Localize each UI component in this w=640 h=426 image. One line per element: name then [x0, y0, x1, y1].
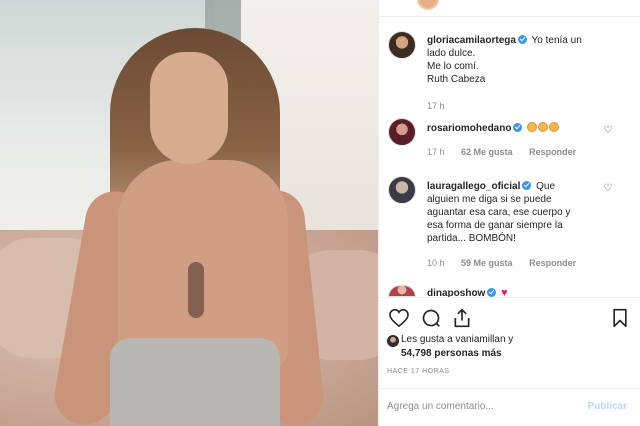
bookmark-icon: [613, 308, 627, 328]
caption-line: Yo tenía un: [531, 35, 582, 46]
likes-summary[interactable]: Les gusta a vaniamillan y 54,798 persona…: [401, 333, 513, 361]
actions-divider: [379, 297, 640, 298]
comment-line: Que: [536, 181, 556, 192]
comment-meta: 17 h 62 Me gusta Responder: [427, 147, 590, 157]
comment-username[interactable]: dinaposhow: [427, 288, 485, 297]
comment-line: partida... BOMBÓN!: [427, 233, 516, 244]
post-side-panel: gloriacamilaortega Yo tenía un lado dulc…: [378, 0, 640, 426]
liker-avatar[interactable]: [387, 335, 399, 347]
comment-item: dinaposhow ♥: [427, 287, 617, 297]
post-time-ago[interactable]: HACE 17 HORAS: [387, 368, 450, 375]
comment-item: lauragallego_oficial Que alguien me diga…: [427, 180, 603, 245]
add-comment-bar: Publicar: [379, 388, 640, 426]
heart-eyes-emoji-icon: [549, 122, 560, 132]
publish-button[interactable]: Publicar: [588, 401, 627, 412]
caption: gloriacamilaortega Yo tenía un lado dulc…: [427, 34, 637, 86]
comment-meta: 10 h 59 Me gusta Responder: [427, 258, 590, 268]
verified-badge-icon: [522, 181, 532, 190]
share-button[interactable]: [451, 307, 473, 329]
like-button[interactable]: [388, 307, 410, 329]
heart-eyes-emoji-icon: [527, 122, 538, 132]
comment-like-heart-icon[interactable]: ♡: [603, 126, 613, 136]
share-icon: [454, 308, 470, 328]
post-photo[interactable]: [0, 0, 378, 426]
person-shorts: [110, 338, 280, 426]
comment-avatar[interactable]: [388, 118, 416, 146]
caption-line: lado dulce.: [427, 48, 476, 59]
comment-item: rosariomohedano: [427, 122, 617, 135]
comment-button[interactable]: [420, 307, 442, 329]
comment-likes-count[interactable]: 62 Me gusta: [461, 147, 513, 157]
person-face: [150, 52, 228, 164]
comment-input[interactable]: [387, 401, 577, 412]
heart-eyes-emoji-icon: [538, 122, 549, 132]
verified-badge-icon: [513, 123, 523, 132]
caption-time[interactable]: 17 h: [427, 101, 445, 111]
caption-username[interactable]: gloriacamilaortega: [427, 35, 516, 46]
comment-time[interactable]: 10 h: [427, 258, 445, 268]
caption-author-avatar[interactable]: [388, 31, 416, 59]
reply-button[interactable]: Responder: [529, 147, 576, 157]
header-avatar[interactable]: [417, 0, 439, 10]
likes-line-1: Les gusta a vaniamillan y: [401, 334, 514, 345]
heart-outline-icon: [389, 309, 409, 327]
caption-meta: 17 h: [427, 101, 459, 111]
save-button[interactable]: [609, 307, 631, 329]
comment-avatar[interactable]: [388, 176, 416, 204]
comment-line: aguantar esa cara, ese cuerpo y: [427, 207, 571, 218]
comment-username[interactable]: rosariomohedano: [427, 123, 511, 134]
red-heart-emoji-icon: ♥: [501, 287, 508, 297]
header-divider: [379, 16, 640, 17]
comment-avatar[interactable]: [388, 285, 416, 297]
comment-bubble-icon: [422, 309, 440, 327]
comment-like-heart-icon[interactable]: ♡: [603, 184, 613, 194]
caption-line: Ruth Cabeza: [427, 74, 486, 85]
likes-line-2: 54,798 personas más: [401, 348, 502, 359]
tattoo: [188, 262, 204, 318]
comment-line: alguien me diga si se puede: [427, 194, 552, 205]
comment-line: esa forma de ganar siempre la: [427, 220, 563, 231]
comment-username[interactable]: lauragallego_oficial: [427, 181, 520, 192]
verified-badge-icon: [487, 288, 497, 297]
caption-line: Me lo comí.: [427, 61, 479, 72]
reply-button[interactable]: Responder: [529, 258, 576, 268]
verified-badge-icon: [517, 35, 527, 44]
comment-time[interactable]: 17 h: [427, 147, 445, 157]
comment-likes-count[interactable]: 59 Me gusta: [461, 258, 513, 268]
